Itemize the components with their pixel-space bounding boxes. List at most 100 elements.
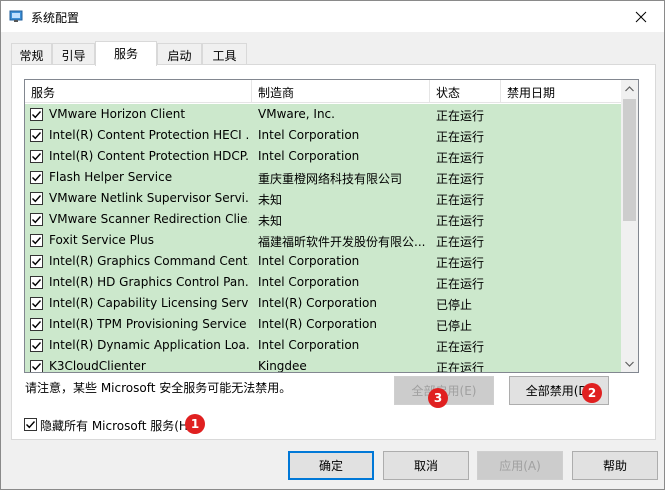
tab-services[interactable]: 服务	[95, 41, 157, 66]
cell-service: Intel(R) HD Graphics Control Pan...	[49, 275, 249, 289]
cell-service: VMware Netlink Supervisor Servi...	[49, 191, 249, 205]
tab-tools[interactable]: 工具	[202, 43, 247, 65]
cell-status: 正在运行	[436, 235, 485, 249]
cell-status: 正在运行	[436, 193, 485, 207]
cell-service: Intel(R) Content Protection HECI ...	[49, 128, 249, 142]
services-list[interactable]: 服务 制造商 状态 禁用日期 VMware Horizon Client VMwa…	[24, 79, 639, 373]
cell-status: 正在运行	[436, 277, 485, 291]
scroll-down-button[interactable]	[621, 355, 638, 372]
checkmark-icon	[32, 237, 42, 245]
annotation-badge-1: 1	[185, 414, 205, 434]
row-checkbox[interactable]	[30, 276, 43, 289]
row-checkbox[interactable]	[30, 192, 43, 205]
cell-manufacturer: Intel(R) Corporation	[258, 296, 377, 310]
row-checkbox[interactable]	[30, 339, 43, 352]
cell-service: Intel(R) TPM Provisioning Service	[49, 317, 247, 331]
checkmark-icon	[32, 174, 42, 182]
checkmark-icon	[32, 321, 42, 329]
table-row[interactable]: Intel(R) Content Protection HDCP... Intel…	[25, 146, 622, 167]
help-button[interactable]: 帮助	[572, 451, 658, 480]
tab-general[interactable]: 常规	[11, 43, 52, 65]
cell-status: 正在运行	[436, 130, 485, 144]
row-checkbox[interactable]	[30, 129, 43, 142]
title-bar: 系统配置	[1, 1, 664, 32]
table-row[interactable]: Intel(R) Dynamic Application Loa... Intel…	[25, 335, 622, 356]
checkmark-icon	[32, 132, 42, 140]
column-header-disabled-date[interactable]: 禁用日期	[501, 80, 622, 103]
annotation-badge-2: 2	[582, 383, 602, 403]
cell-manufacturer: 未知	[258, 193, 283, 207]
cell-status: 正在运行	[436, 256, 485, 270]
table-row[interactable]: VMware Scanner Redirection Clie... 未知 正在运行	[25, 209, 622, 230]
row-checkbox[interactable]	[30, 360, 43, 372]
cell-manufacturer: VMware, Inc.	[258, 107, 335, 121]
cell-manufacturer: Intel(R) Corporation	[258, 317, 377, 331]
table-row[interactable]: Intel(R) Content Protection HECI ... Inte…	[25, 125, 622, 146]
column-header-status[interactable]: 状态	[430, 80, 501, 103]
row-checkbox[interactable]	[30, 234, 43, 247]
cell-manufacturer: 重庆重橙网络科技有限公司	[258, 172, 403, 186]
tab-boot[interactable]: 引导	[52, 43, 95, 65]
cell-service: K3CloudClienter	[49, 359, 146, 373]
cell-status: 正在运行	[436, 340, 485, 354]
close-icon	[635, 11, 647, 22]
row-checkbox[interactable]	[30, 171, 43, 184]
cell-status: 正在运行	[436, 361, 485, 373]
checkmark-icon	[32, 195, 42, 203]
row-checkbox[interactable]	[30, 150, 43, 163]
scroll-up-button[interactable]	[621, 80, 638, 97]
table-row[interactable]: VMware Horizon Client VMware, Inc. 正在运行	[25, 104, 622, 125]
close-button[interactable]	[618, 1, 664, 32]
table-row[interactable]: K3CloudClienter Kingdee 正在运行	[25, 356, 622, 373]
cell-service: Intel(R) Graphics Command Cent...	[49, 254, 249, 268]
scroll-thumb[interactable]	[623, 99, 636, 221]
cell-service: Intel(R) Dynamic Application Loa...	[49, 338, 249, 352]
window-title: 系统配置	[31, 11, 80, 25]
row-checkbox[interactable]	[30, 213, 43, 226]
cell-service: Intel(R) Content Protection HDCP...	[49, 149, 249, 163]
table-row[interactable]: Intel(R) Graphics Command Cent... Intel C…	[25, 251, 622, 272]
table-row[interactable]: Intel(R) HD Graphics Control Pan... Intel…	[25, 272, 622, 293]
cell-service: VMware Horizon Client	[49, 107, 186, 121]
chevron-down-icon	[625, 361, 634, 367]
ok-button[interactable]: 确定	[288, 451, 374, 480]
column-header-service[interactable]: 服务	[25, 80, 252, 103]
table-row[interactable]: Foxit Service Plus 福建福昕软件开发股份有限公... 正在运行	[25, 230, 622, 251]
row-checkbox[interactable]	[30, 108, 43, 121]
table-row[interactable]: VMware Netlink Supervisor Servi... 未知 正在运行	[25, 188, 622, 209]
checkmark-icon	[32, 258, 42, 266]
cell-manufacturer: Intel Corporation	[258, 254, 360, 268]
vertical-scrollbar[interactable]	[621, 80, 638, 372]
app-icon	[9, 9, 23, 23]
checkmark-icon	[26, 421, 36, 429]
cell-service: VMware Scanner Redirection Clie...	[49, 212, 249, 226]
row-checkbox[interactable]	[30, 297, 43, 310]
cell-manufacturer: 未知	[258, 214, 283, 228]
cell-status: 已停止	[436, 298, 473, 312]
cancel-button[interactable]: 取消	[383, 451, 469, 480]
checkmark-icon	[32, 363, 42, 371]
row-checkbox[interactable]	[30, 255, 43, 268]
checkmark-icon	[32, 279, 42, 287]
cell-service: Flash Helper Service	[49, 170, 173, 184]
hide-ms-label: 隐藏所有 Microsoft 服务(H)	[40, 419, 193, 433]
table-row[interactable]: Intel(R) TPM Provisioning Service Intel(R…	[25, 314, 622, 335]
column-header-manufacturer[interactable]: 制造商	[252, 80, 430, 103]
apply-button[interactable]: 应用(A)	[477, 451, 563, 480]
row-checkbox[interactable]	[30, 318, 43, 331]
annotation-badge-3: 3	[428, 388, 448, 408]
table-row[interactable]: Flash Helper Service 重庆重橙网络科技有限公司 正在运行	[25, 167, 622, 188]
hide-ms-checkbox[interactable]	[24, 418, 37, 431]
cell-status: 正在运行	[436, 109, 485, 123]
cell-status: 已停止	[436, 319, 473, 333]
cell-manufacturer: 福建福昕软件开发股份有限公...	[258, 235, 426, 249]
cell-status: 正在运行	[436, 214, 485, 228]
table-row[interactable]: Intel(R) Capability Licensing Servi... In…	[25, 293, 622, 314]
checkmark-icon	[32, 111, 42, 119]
cell-manufacturer: Intel Corporation	[258, 128, 360, 142]
cell-manufacturer: Kingdee	[258, 359, 307, 373]
checkmark-icon	[32, 216, 42, 224]
cell-service: Intel(R) Capability Licensing Servi...	[49, 296, 249, 310]
tab-startup[interactable]: 启动	[157, 43, 202, 65]
system-config-window: 系统配置 常规 引导 服务 启动 工具 服务 制造商 状态 禁用日期 VMwar…	[0, 0, 665, 490]
